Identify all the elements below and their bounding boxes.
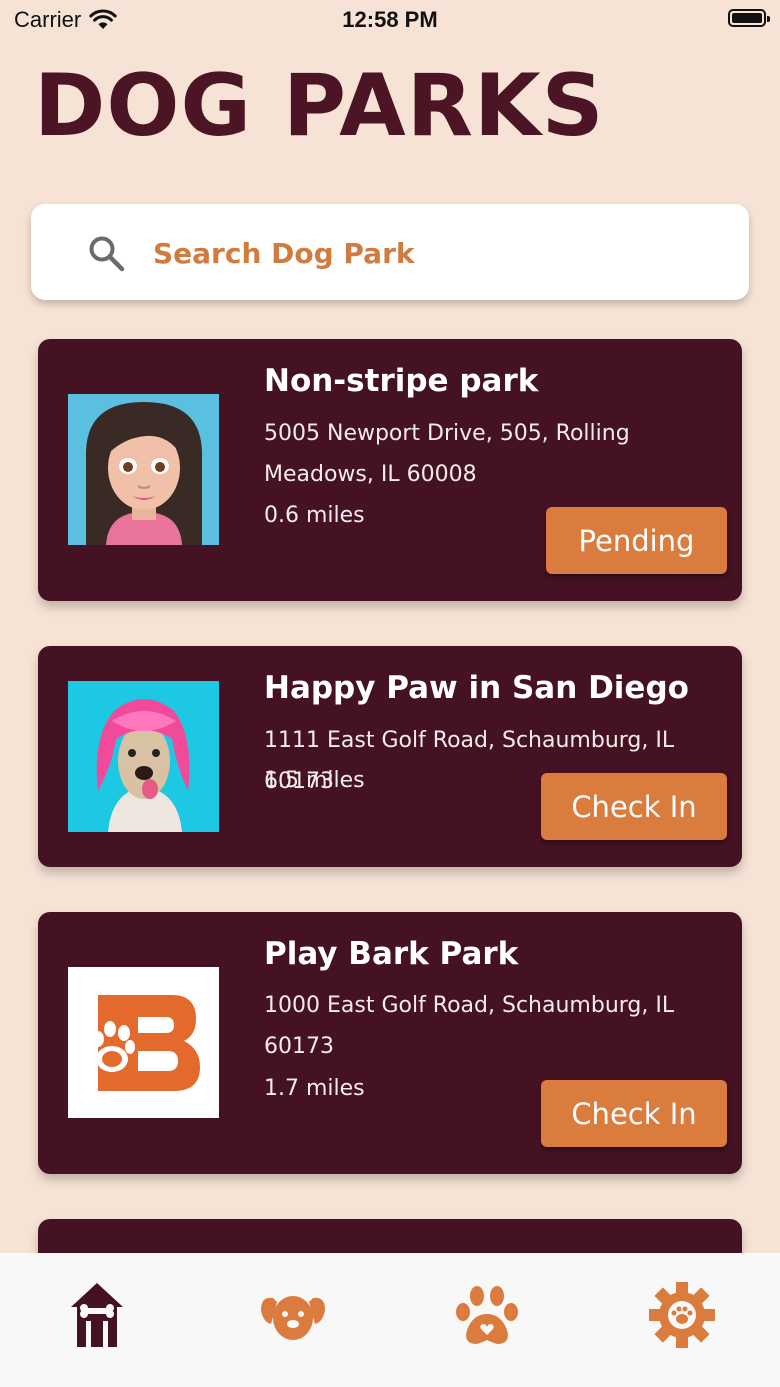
tab-home[interactable] bbox=[57, 1275, 137, 1355]
status-time: 12:58 PM bbox=[342, 7, 438, 32]
check-in-button[interactable]: Check In bbox=[541, 773, 727, 840]
park-logo-image bbox=[68, 967, 219, 1118]
park-distance: 0.6 miles bbox=[264, 503, 365, 528]
tab-bar bbox=[0, 1253, 780, 1387]
battery-icon bbox=[728, 9, 770, 27]
park-address: 5005 Newport Drive, 505, Rolling Meadows… bbox=[264, 421, 630, 487]
doghouse-icon bbox=[71, 1283, 123, 1347]
dog-face-icon bbox=[261, 1296, 325, 1340]
search-icon bbox=[89, 236, 125, 272]
park-name: Happy Paw in San Diego bbox=[264, 670, 689, 706]
search-input[interactable] bbox=[151, 232, 715, 274]
park-image-avatar bbox=[68, 394, 219, 545]
search-bar[interactable] bbox=[31, 204, 749, 300]
park-distance: 1.5 miles bbox=[264, 768, 365, 793]
park-card[interactable]: Happy Paw in San Diego 1111 East Golf Ro… bbox=[38, 646, 742, 867]
tab-settings[interactable] bbox=[642, 1275, 722, 1355]
pending-button[interactable]: Pending bbox=[546, 507, 727, 574]
status-bar: Carrier 12:58 PM bbox=[0, 0, 780, 40]
park-card[interactable]: Play Bark Park 1000 East Golf Road, Scha… bbox=[38, 912, 742, 1174]
tab-paws[interactable] bbox=[447, 1275, 527, 1355]
tab-dogs[interactable] bbox=[253, 1275, 333, 1355]
park-name: Non-stripe park bbox=[264, 363, 539, 399]
park-image-dog-photo bbox=[68, 681, 219, 832]
page-title: DOG PARKS bbox=[34, 56, 605, 156]
gear-paw-icon bbox=[649, 1282, 715, 1348]
check-in-button[interactable]: Check In bbox=[541, 1080, 727, 1147]
park-distance: 1.7 miles bbox=[264, 1076, 365, 1101]
park-name: Play Bark Park bbox=[264, 936, 519, 972]
park-card[interactable]: Non-stripe park 5005 Newport Drive, 505,… bbox=[38, 339, 742, 601]
paw-icon bbox=[456, 1286, 518, 1344]
park-address: 1000 East Golf Road, Schaumburg, IL 6017… bbox=[264, 993, 675, 1059]
